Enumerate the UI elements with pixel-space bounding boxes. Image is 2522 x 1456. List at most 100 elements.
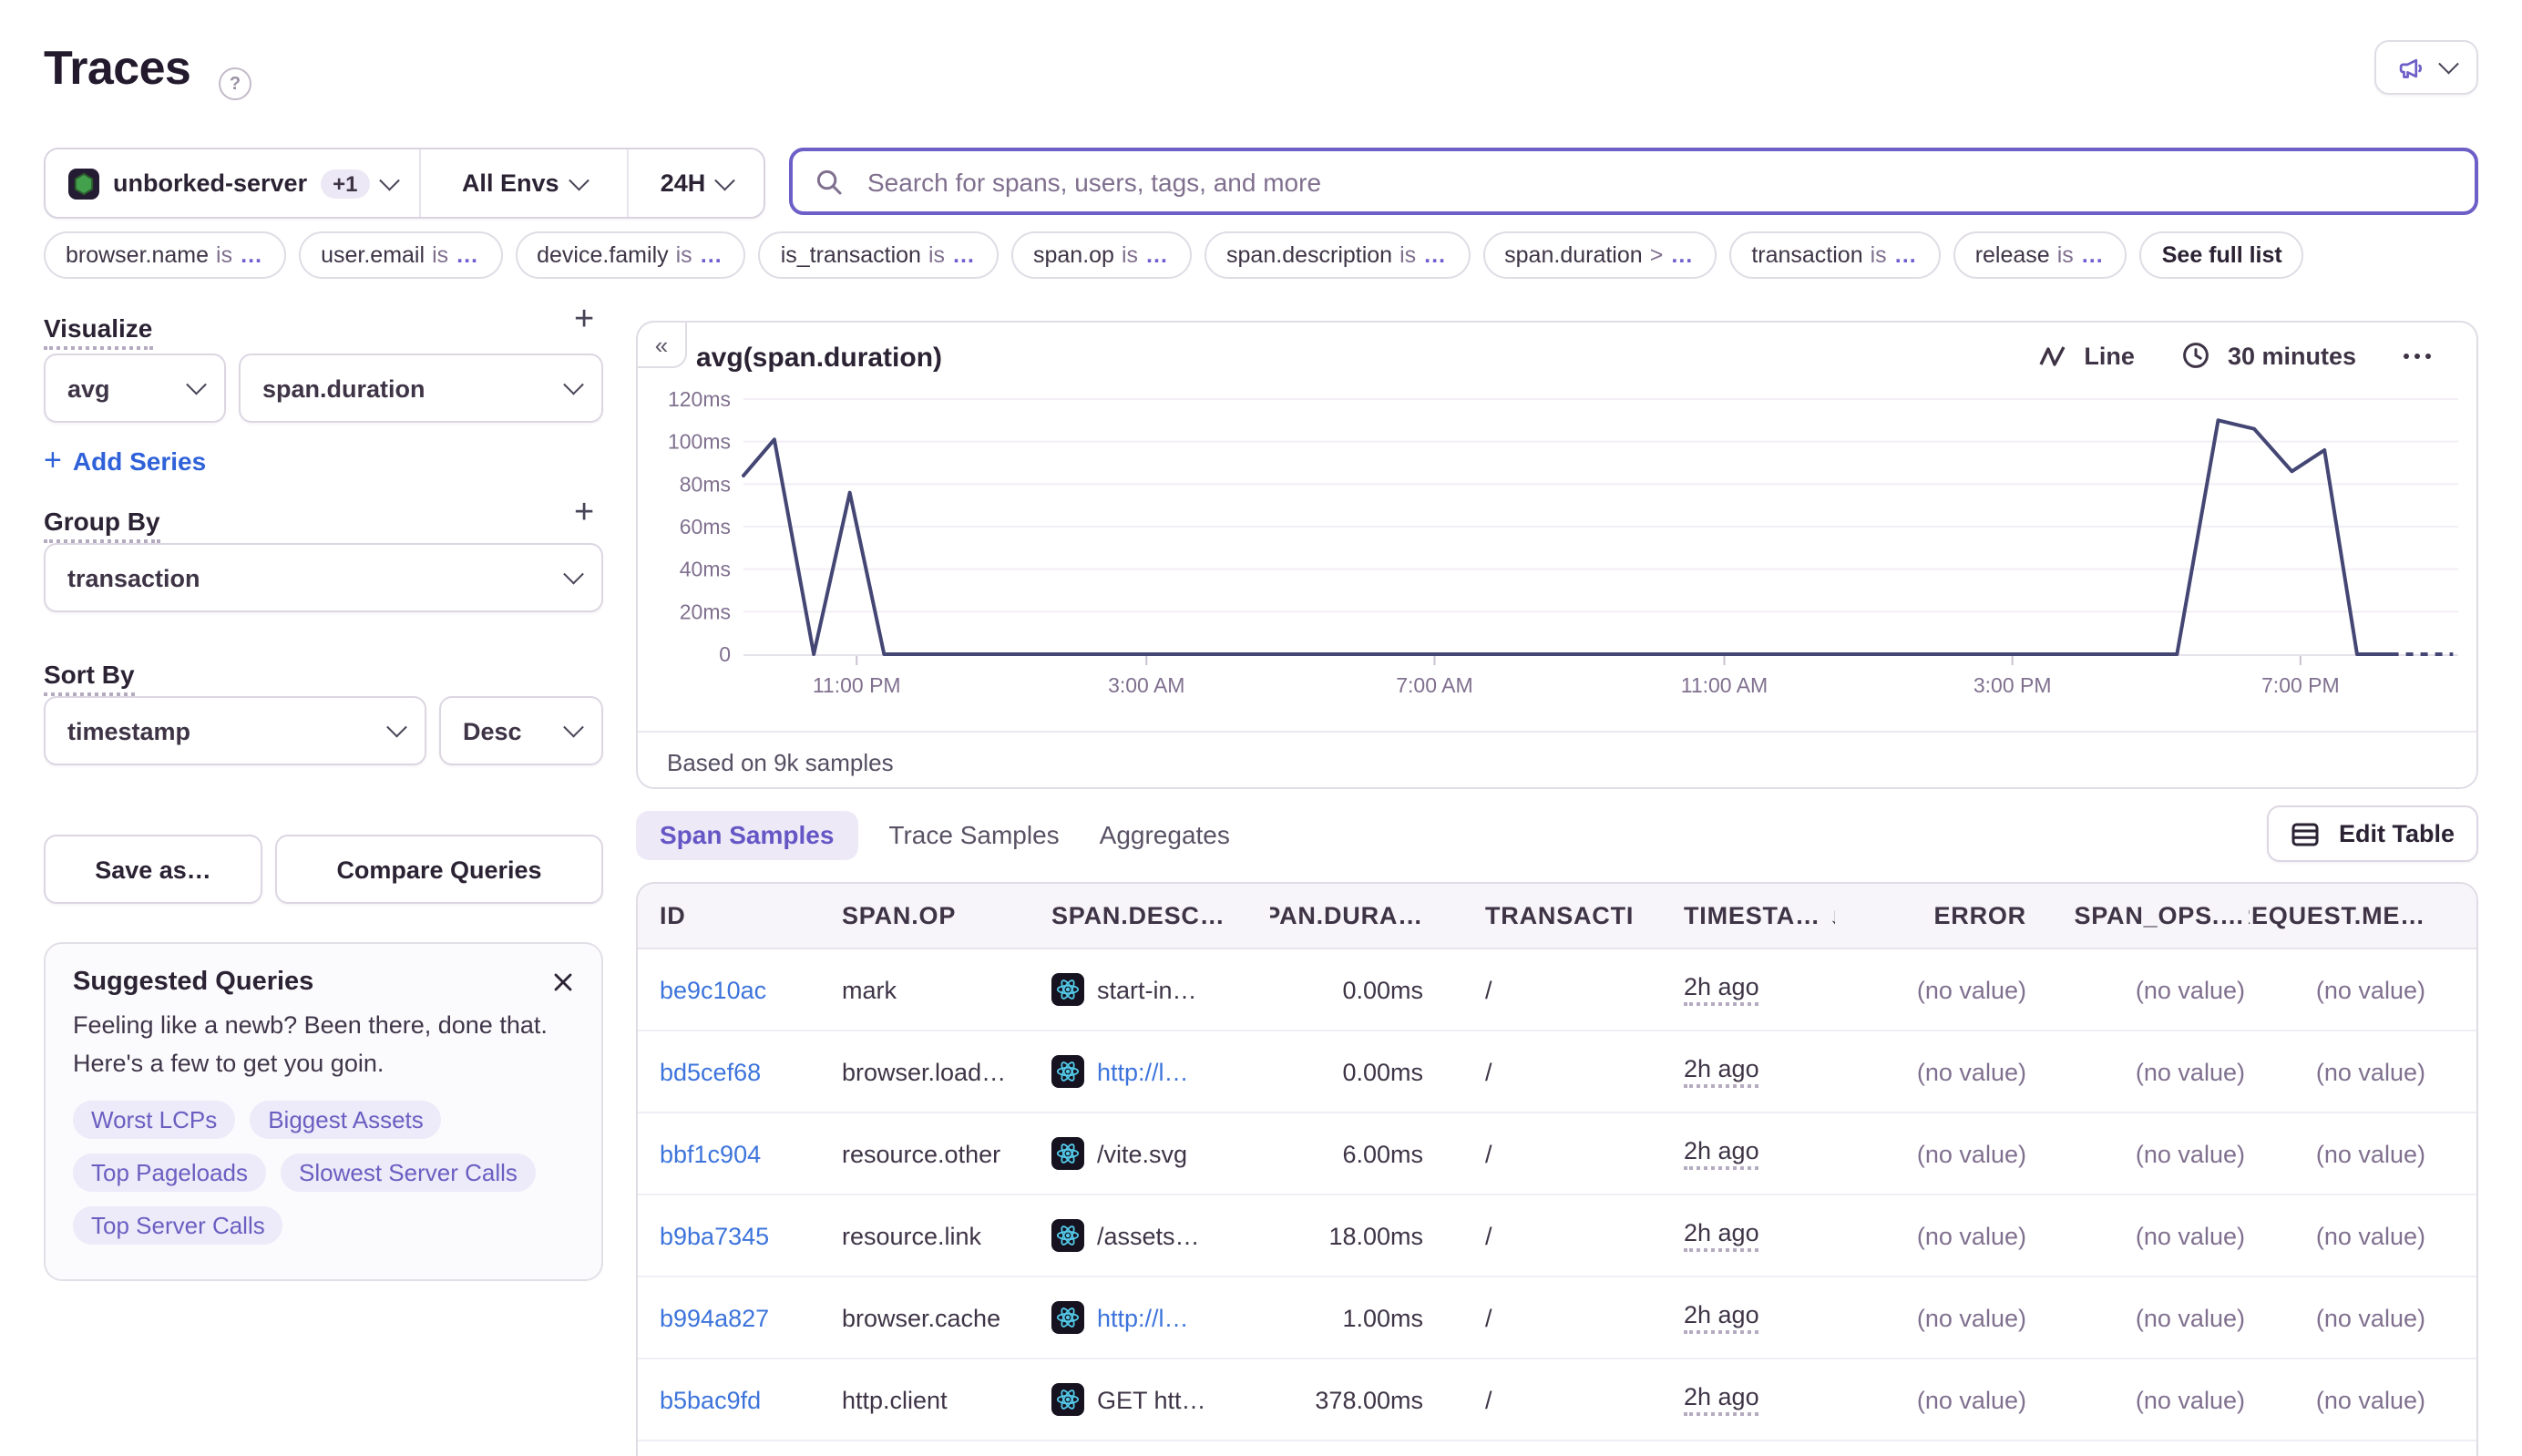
table-cell: browser.load… bbox=[820, 1058, 1024, 1085]
chip-operator: is bbox=[1871, 242, 1887, 268]
table-row[interactable]: b9ba7345resource.link/assets…18.00ms/2h … bbox=[638, 1195, 2476, 1277]
edit-table-label: Edit Table bbox=[2339, 820, 2455, 847]
table-cell: (no value) bbox=[2249, 1386, 2476, 1413]
column-header[interactable]: ID bbox=[638, 902, 820, 929]
see-full-list-button[interactable]: See full list bbox=[2140, 231, 2304, 279]
suggested-query-chip[interactable]: Worst LCPs bbox=[73, 1101, 235, 1139]
close-icon[interactable] bbox=[548, 968, 578, 997]
column-header[interactable]: ERROR bbox=[1835, 902, 2030, 929]
date-range-selector[interactable]: 24H bbox=[629, 149, 764, 217]
save-as-button[interactable]: Save as… bbox=[44, 835, 262, 904]
column-header[interactable]: TRANSACTI… bbox=[1434, 902, 1635, 929]
table-row[interactable]: b5bac9fdhttp.clientGET htt…378.00ms/2h a… bbox=[638, 1359, 2476, 1441]
tab-span-samples[interactable]: Span Samples bbox=[636, 810, 857, 859]
chevron-down-icon bbox=[563, 717, 582, 736]
filter-chip-bar: browser.nameis…user.emailis…device.famil… bbox=[44, 230, 2478, 281]
help-icon[interactable]: ? bbox=[219, 67, 251, 100]
svg-text:7:00 PM: 7:00 PM bbox=[2261, 673, 2340, 697]
filter-chip[interactable]: span.descriptionis… bbox=[1205, 231, 1470, 279]
span-description-value[interactable]: http://l… bbox=[1097, 1058, 1189, 1085]
suggested-query-chip[interactable]: Top Server Calls bbox=[73, 1206, 283, 1245]
span-id-link[interactable]: b994a827 bbox=[660, 1304, 769, 1331]
column-header[interactable]: SPAN_OPS.… bbox=[2030, 902, 2249, 929]
filter-chip[interactable]: releaseis… bbox=[1953, 231, 2127, 279]
chart-title: avg(span.duration) bbox=[696, 343, 942, 374]
table-row[interactable]: be9c10acmarkstart-in…0.00ms/2h ago(no va… bbox=[638, 949, 2476, 1031]
aggregate-dropdown[interactable]: avg bbox=[44, 354, 226, 423]
column-header[interactable]: TIMESTA…↓ bbox=[1635, 902, 1835, 929]
span-ops-value: (no value) bbox=[2136, 1058, 2245, 1085]
table-cell: (no value) bbox=[1835, 1386, 2030, 1413]
clock-icon bbox=[2182, 341, 2215, 370]
project-selector[interactable]: unborked-server +1 bbox=[46, 149, 418, 217]
collapse-sidebar-button[interactable]: « bbox=[636, 321, 687, 368]
chip-key: user.email bbox=[321, 242, 425, 268]
column-header[interactable]: SPAN.DURA… bbox=[1270, 902, 1434, 929]
filter-chip[interactable]: device.familyis… bbox=[515, 231, 746, 279]
span-ops-value: (no value) bbox=[2136, 976, 2245, 1003]
filter-chip[interactable]: span.duration>… bbox=[1482, 231, 1717, 279]
suggested-query-chip[interactable]: Slowest Server Calls bbox=[281, 1154, 536, 1192]
sort-field-dropdown[interactable]: timestamp bbox=[44, 696, 426, 765]
add-group-by-button[interactable]: + bbox=[574, 499, 594, 528]
sort-direction-dropdown[interactable]: Desc bbox=[439, 696, 603, 765]
span-id-link[interactable]: b5bac9fd bbox=[660, 1386, 761, 1413]
timestamp-value[interactable]: 2h ago bbox=[1684, 1301, 1759, 1334]
add-series-button[interactable]: + Add Series bbox=[44, 443, 206, 479]
edit-table-button[interactable]: Edit Table bbox=[2268, 805, 2478, 862]
suggested-query-chip[interactable]: Biggest Assets bbox=[250, 1101, 442, 1139]
span-id-link[interactable]: b9ba7345 bbox=[660, 1222, 769, 1249]
aggregate-value: avg bbox=[67, 374, 110, 402]
group-by-dropdown[interactable]: transaction bbox=[44, 543, 603, 612]
field-dropdown[interactable]: span.duration bbox=[239, 354, 603, 423]
column-header[interactable]: SPAN.DESC… bbox=[1024, 902, 1270, 929]
search-input[interactable] bbox=[864, 165, 2453, 198]
request-method-value: (no value) bbox=[2316, 1140, 2425, 1167]
filter-chip[interactable]: transactionis… bbox=[1729, 231, 1940, 279]
table-cell: http://l… bbox=[1024, 1055, 1270, 1088]
chart-panel: « avg(span.duration) Line 30 minutes bbox=[636, 321, 2478, 789]
error-value: (no value) bbox=[1917, 1386, 2026, 1413]
chip-value: … bbox=[700, 242, 724, 268]
table-cell: (no value) bbox=[2030, 1386, 2249, 1413]
span-id-link[interactable]: bd5cef68 bbox=[660, 1058, 761, 1085]
filter-chip[interactable]: is_transactionis… bbox=[759, 231, 999, 279]
environment-selector[interactable]: All Envs bbox=[420, 149, 627, 217]
span-description-value[interactable]: http://l… bbox=[1097, 1304, 1189, 1331]
timestamp-value[interactable]: 2h ago bbox=[1684, 973, 1759, 1006]
span-op-value: resource.other bbox=[842, 1140, 1000, 1167]
table-row[interactable]: b994a827browser.cachehttp://l…1.00ms/2h … bbox=[638, 1277, 2476, 1359]
chip-value: … bbox=[1670, 242, 1695, 268]
filter-chip[interactable]: user.emailis… bbox=[299, 231, 502, 279]
chip-value: … bbox=[240, 242, 264, 268]
timestamp-value[interactable]: 2h ago bbox=[1684, 1383, 1759, 1416]
tab-trace-samples[interactable]: Trace Samples bbox=[879, 820, 1068, 849]
column-header[interactable]: SPAN.OP bbox=[820, 902, 1024, 929]
filter-chip[interactable]: span.opis… bbox=[1011, 231, 1192, 279]
tab-aggregates[interactable]: Aggregates bbox=[1091, 820, 1239, 849]
chart-type-button[interactable]: Line bbox=[2038, 342, 2135, 369]
page-filter-bar: unborked-server +1 All Envs 24H bbox=[44, 148, 765, 219]
interval-button[interactable]: 30 minutes bbox=[2182, 341, 2356, 370]
whats-new-button[interactable] bbox=[2374, 40, 2478, 95]
table-row[interactable]: bbf1c904resource.other/vite.svg6.00ms/2h… bbox=[638, 1113, 2476, 1195]
table-row[interactable]: b41bfb26resource.ifra…https://…276.00ms/… bbox=[638, 1441, 2476, 1456]
suggested-query-chip[interactable]: Top Pageloads bbox=[73, 1154, 266, 1192]
svg-text:11:00 PM: 11:00 PM bbox=[813, 673, 901, 697]
span-id-link[interactable]: bbf1c904 bbox=[660, 1140, 761, 1167]
chart-menu-button[interactable] bbox=[2404, 353, 2431, 358]
svg-text:7:00 AM: 7:00 AM bbox=[1396, 673, 1472, 697]
compare-queries-button[interactable]: Compare Queries bbox=[275, 835, 603, 904]
table-cell: b5bac9fd bbox=[638, 1386, 820, 1413]
span-id-link[interactable]: be9c10ac bbox=[660, 976, 766, 1003]
chevron-down-icon bbox=[2439, 54, 2458, 73]
add-visualize-button[interactable]: + bbox=[574, 306, 594, 335]
timestamp-value[interactable]: 2h ago bbox=[1684, 1137, 1759, 1170]
timestamp-value[interactable]: 2h ago bbox=[1684, 1055, 1759, 1088]
filter-chip[interactable]: browser.nameis… bbox=[44, 231, 286, 279]
column-header[interactable]: REQUEST.ME… bbox=[2249, 902, 2476, 929]
chip-value: … bbox=[1145, 242, 1170, 268]
timestamp-value[interactable]: 2h ago bbox=[1684, 1219, 1759, 1252]
chip-key: browser.name bbox=[66, 242, 209, 268]
table-row[interactable]: bd5cef68browser.load…http://l…0.00ms/2h … bbox=[638, 1031, 2476, 1113]
